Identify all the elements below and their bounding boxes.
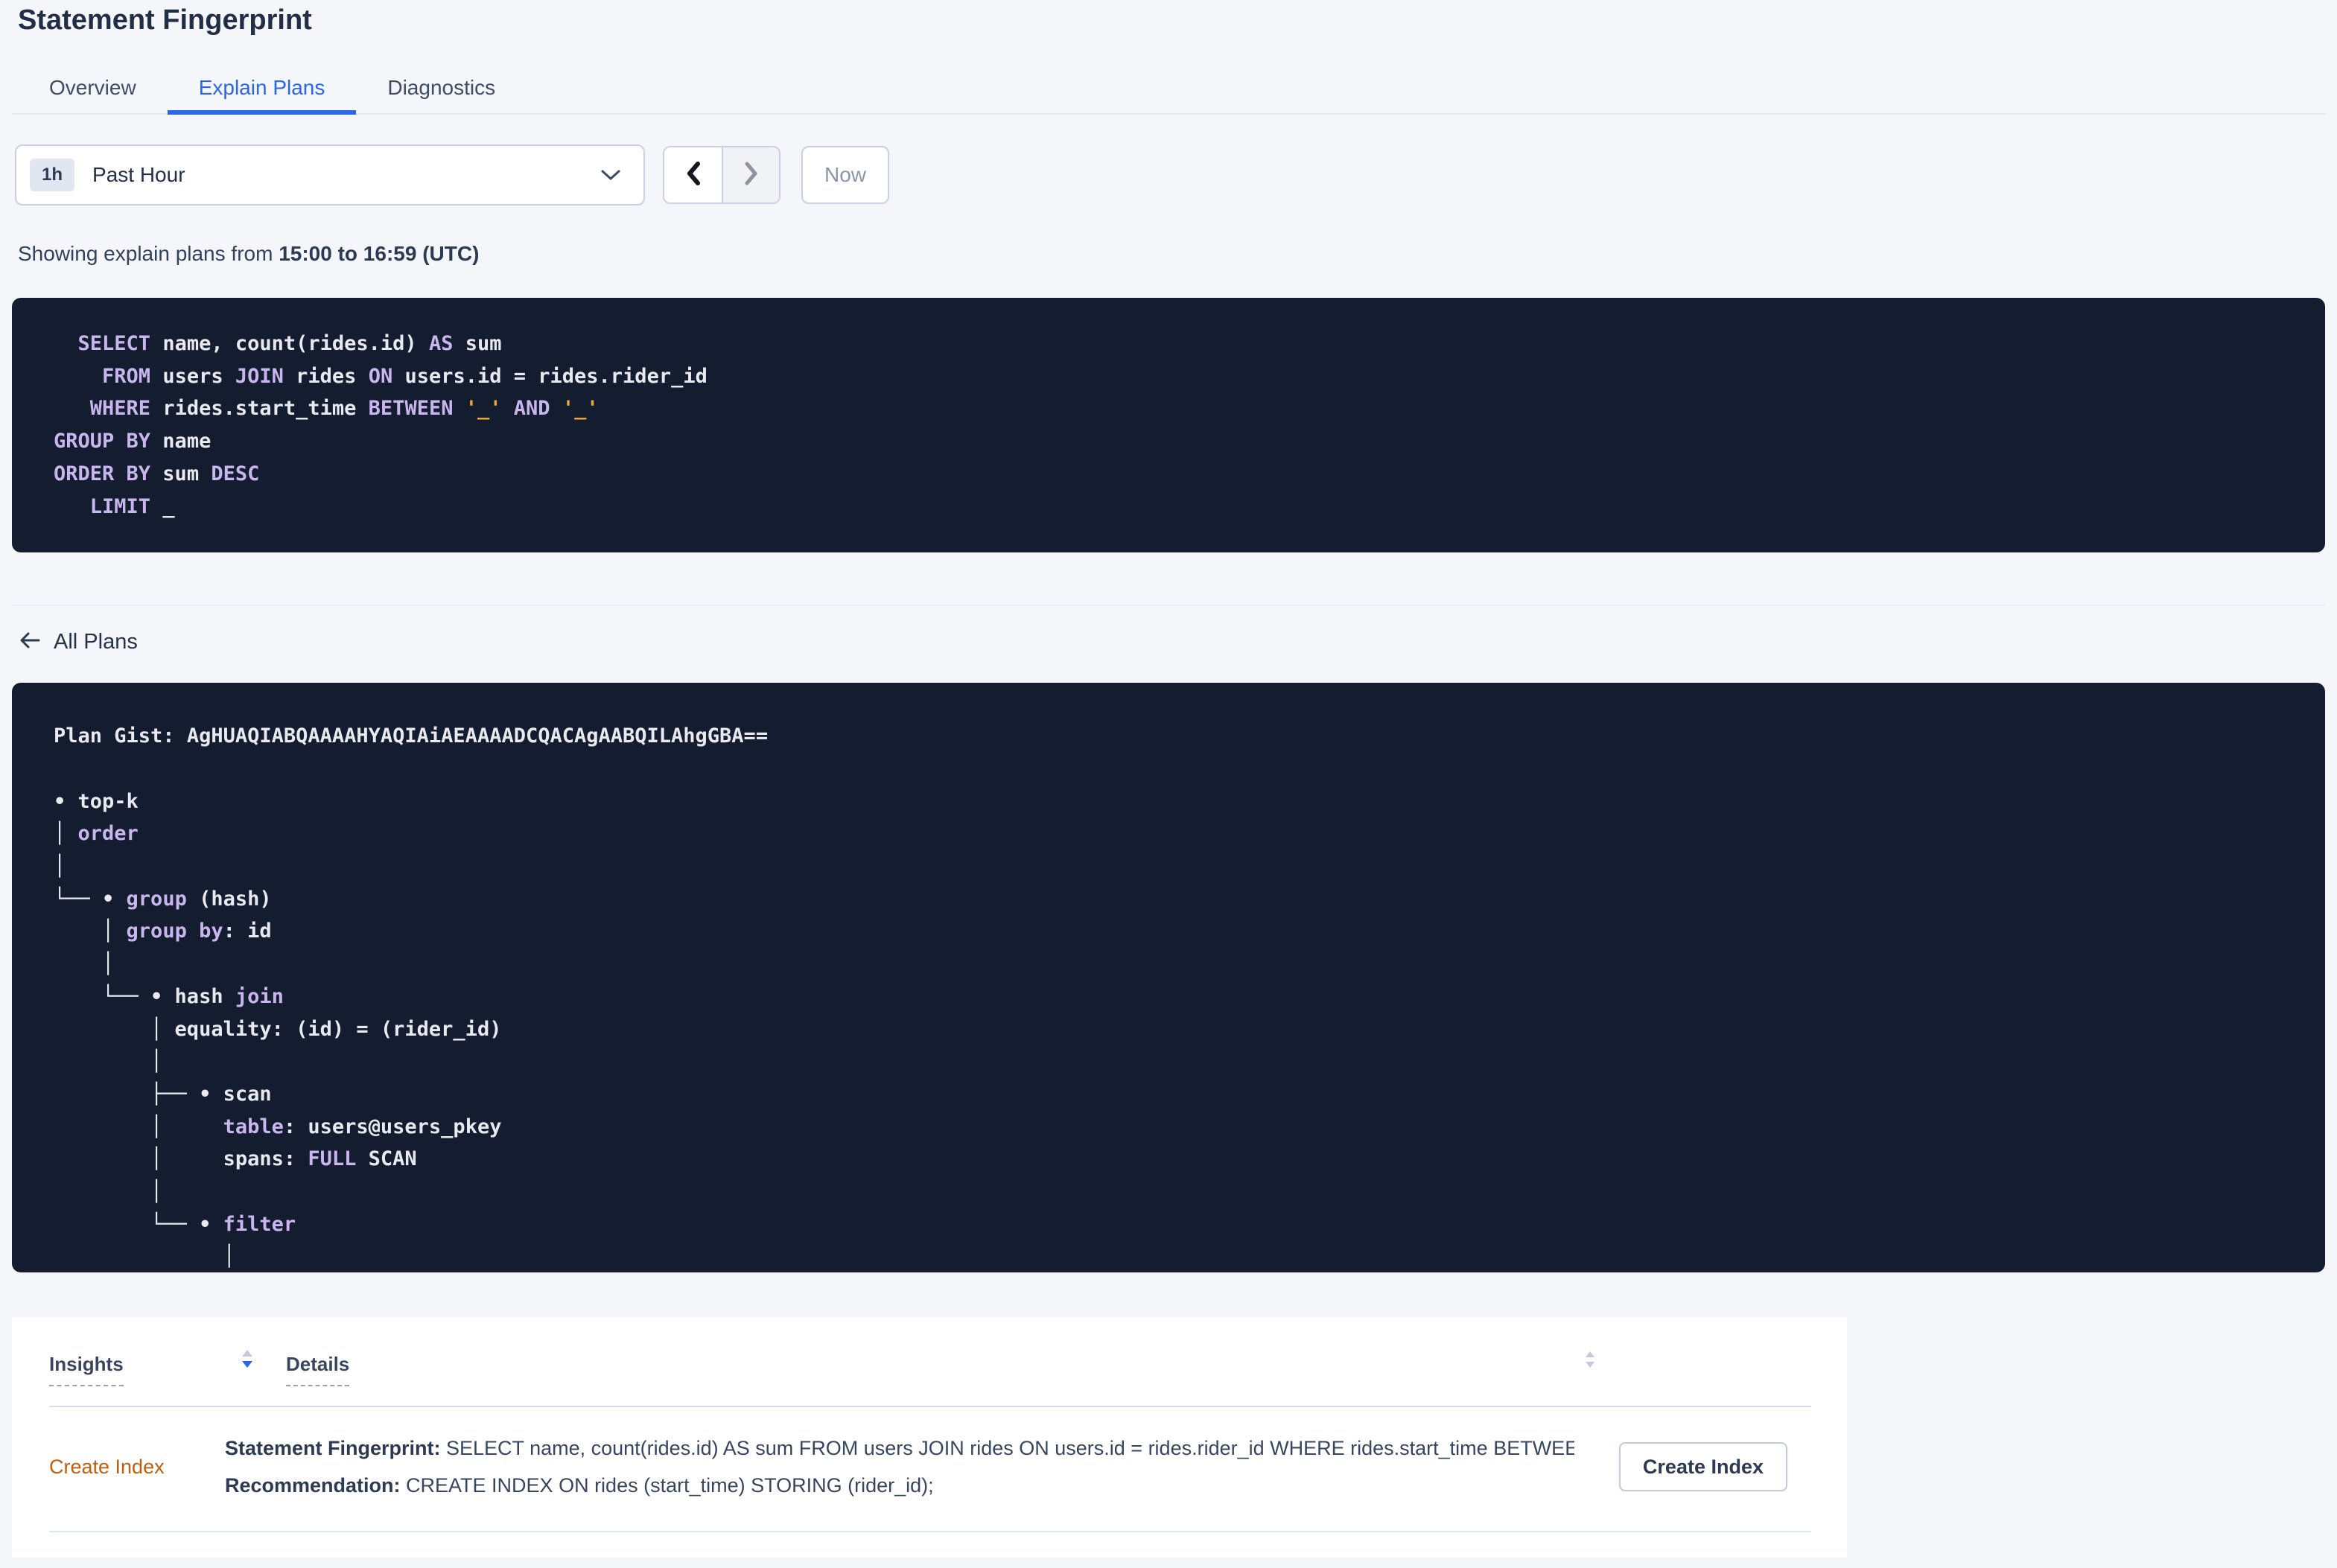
code-line: │ [54,855,66,879]
arrow-left-icon [18,630,42,654]
all-plans-link[interactable]: All Plans [18,630,138,654]
code-line: │ [54,1050,163,1074]
column-header-insights: Insights [49,1353,225,1387]
insights-table-header: Insights Details [49,1350,1811,1387]
time-pager [663,146,780,204]
code-line: │ spans: FULL SCAN [54,1147,417,1171]
insights-card: Insights Details Create Index Statement … [12,1317,1847,1558]
sort-icon[interactable] [1585,1350,1595,1373]
details-cell: Statement Fingerprint: SELECT name, coun… [225,1435,1574,1498]
plan-gist-label: Plan Gist: [54,724,187,748]
code-line: ├── • scan [54,1082,272,1106]
code-line: FROM users JOIN rides ON users.id = ride… [102,364,708,388]
code-line: │ [54,1245,235,1269]
code-line: LIMIT _ [89,494,175,518]
section-divider [12,605,2325,607]
statement-fingerprint-line: Statement Fingerprint: SELECT name, coun… [225,1435,1574,1461]
chevron-right-icon [743,160,760,191]
code-line: GROUP BY name [54,430,212,453]
recommendation-label: Recommendation: [225,1474,401,1497]
tab-diagnostics[interactable]: Diagnostics [356,66,527,115]
tab-overview[interactable]: Overview [18,66,168,115]
create-index-button[interactable]: Create Index [1618,1442,1787,1492]
statement-fingerprint-page: Statement Fingerprint Overview Explain P… [0,0,2337,1558]
time-controls: 1h Past Hour Now [15,144,2325,205]
tab-bar: Overview Explain Plans Diagnostics [12,66,2325,115]
recommendation-text: CREATE INDEX ON rides (start_time) STORI… [400,1474,934,1497]
code-line: │ [54,952,115,976]
code-line: ORDER BY sum DESC [54,462,260,485]
sql-statement-block: SELECT name, count(rides.id) AS sum FROM… [12,298,2325,553]
code-line: │ equality: (id) = (rider_id) [54,1017,502,1041]
code-line: │ group by: id [54,920,272,943]
plan-gist-line: Plan Gist: AgHUAQIABQAAAAHYAQIAiAEAAAADC… [54,720,2283,753]
statement-fingerprint-text: SELECT name, count(rides.id) AS sum FROM… [440,1437,1574,1460]
plan-tree: • top-k │ order │ └── • group (hash) │ grou… [54,785,2283,1273]
code-line: SELECT name, count(rides.id) AS sum [77,332,502,355]
page-title: Statement Fingerprint [18,4,312,36]
prev-time-button[interactable] [664,147,722,203]
code-line: │ order [54,822,139,846]
time-interval-label: Past Hour [92,163,185,186]
code-line: │ table: users@users_pkey [54,1115,502,1138]
code-line: └── • hash join [54,984,284,1008]
sql-statement-code: SELECT name, count(rides.id) AS sum FROM… [54,328,2295,523]
table-row: Create Index Statement Fingerprint: SELE… [49,1407,1811,1533]
code-line: └── • filter [54,1212,296,1236]
showing-plans-text: Showing explain plans from 15:00 to 16:5… [18,241,2325,267]
showing-plans-range: 15:00 to 16:59 (UTC) [279,242,480,265]
next-time-button[interactable] [722,147,779,203]
showing-plans-prefix: Showing explain plans from [18,242,279,265]
chevron-down-icon [600,169,621,181]
code-line: WHERE rides.start_time BETWEEN '_' AND '… [89,397,599,421]
code-line: │ [54,1180,163,1204]
chevron-left-icon [684,160,702,191]
plan-gist-value: AgHUAQIABQAAAAHYAQIAiAEAAAADCQACAgAABQIL… [186,724,769,748]
column-header-details: Details [286,1353,350,1387]
details-column-label[interactable]: Details [286,1353,350,1387]
all-plans-label: All Plans [54,630,138,654]
insight-create-index-link[interactable]: Create Index [49,1456,225,1479]
statement-fingerprint-label: Statement Fingerprint: [225,1437,441,1460]
plan-gist-block: Plan Gist: AgHUAQIABQAAAAHYAQIAiAEAAAADC… [12,683,2325,1273]
recommendation-line: Recommendation: CREATE INDEX ON rides (s… [225,1473,1574,1498]
code-line: └── • group (hash) [54,887,272,911]
time-interval-dropdown[interactable]: 1h Past Hour [15,144,645,205]
tab-explain-plans[interactable]: Explain Plans [167,66,357,115]
now-button[interactable]: Now [801,146,889,204]
code-line: • top-k [54,789,139,813]
insights-column-label[interactable]: Insights [49,1353,124,1387]
sort-desc-icon[interactable] [241,1348,253,1373]
time-interval-badge: 1h [30,159,75,191]
